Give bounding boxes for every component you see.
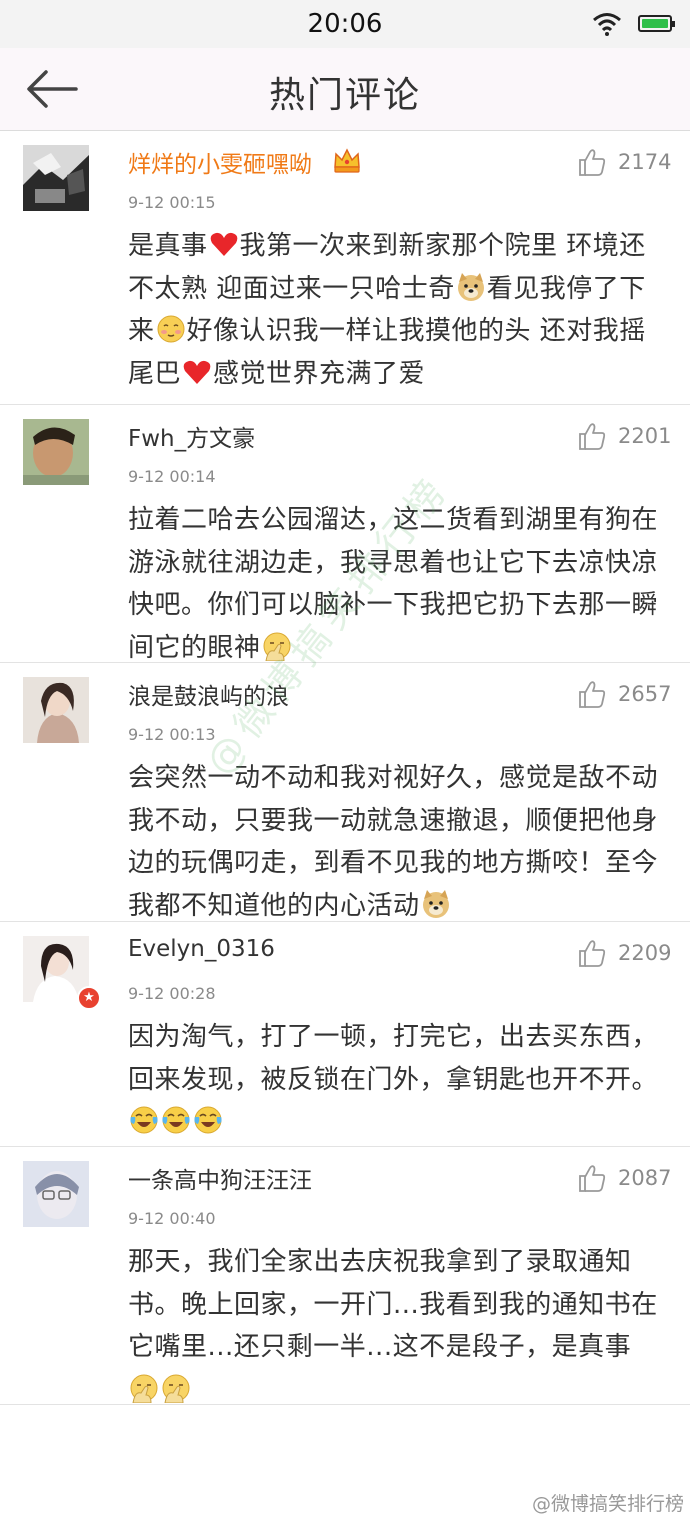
- avatar[interactable]: [23, 419, 89, 485]
- like-button[interactable]: 2201: [577, 421, 677, 455]
- comment-text-fragment: 那天，我们全家出去庆祝我拿到了录取通知书。晚上回家，一开门...我看到我的通知书…: [128, 1247, 658, 1362]
- facepalm-emoji: [129, 1373, 159, 1403]
- comment-item-4: Evelyn_0316 2209 9-12 00:28 因为淘气，打了一顿，打完…: [0, 922, 690, 1147]
- vip-crown-icon: [332, 145, 362, 175]
- comment-text-fragment: 感觉世界充满了爱: [213, 358, 426, 389]
- like-count: 2174: [618, 150, 672, 174]
- comment-text: 因为淘气，打了一顿，打完它，出去买东西，回来发现，被反锁在门外，拿钥匙也开不开。: [128, 1016, 663, 1144]
- username[interactable]: 一条高中狗汪汪汪: [128, 1161, 312, 1195]
- page-title: 热门评论: [268, 75, 421, 116]
- comment-text-fragment: 会突然一动不动和我对视好久，感觉是敌不动我不动，只要我一动就急速撤退，顺便把他身…: [128, 763, 659, 921]
- heart-emoji: [209, 229, 239, 259]
- comment-time: 9-12 00:28: [128, 984, 216, 1003]
- laugh-cry-emoji: [129, 1105, 159, 1135]
- like-count: 2657: [618, 682, 672, 706]
- comment-text: 那天，我们全家出去庆祝我拿到了录取通知书。晚上回家，一开门...我看到我的通知书…: [128, 1241, 663, 1411]
- avatar[interactable]: [23, 1161, 89, 1227]
- blush-emoji: [156, 314, 186, 344]
- like-count: 2209: [618, 941, 672, 965]
- battery-icon: [638, 15, 675, 32]
- comment-text: 是真事 我第一次来到新家那个院里 环境还不太熟 迎面过来一只哈士奇 看见我停了下来好…: [128, 225, 663, 395]
- comment-time: 9-12 00:40: [128, 1209, 216, 1228]
- avatar[interactable]: [23, 677, 89, 743]
- username[interactable]: Evelyn_0316: [128, 936, 275, 962]
- laugh-cry-emoji: [193, 1105, 223, 1135]
- comment-text: 会突然一动不动和我对视好久，感觉是敌不动我不动，只要我一动就急速撤退，顺便把他身…: [128, 757, 663, 927]
- status-bar: 20:06: [0, 0, 690, 48]
- facepalm-emoji: [161, 1373, 191, 1403]
- nav-bar: 热门评论: [0, 48, 690, 131]
- comment-text-fragment: 因为淘气，打了一顿，打完它，出去买东西，回来发现，被反锁在门外，拿钥匙也开不开。: [128, 1022, 659, 1095]
- comment-time: 9-12 00:14: [128, 467, 216, 486]
- like-button[interactable]: 2209: [577, 938, 677, 972]
- verified-badge-icon: ★: [77, 986, 101, 1010]
- avatar[interactable]: [23, 145, 89, 211]
- status-time: 20:06: [307, 9, 383, 39]
- comment-item-5: 一条高中狗汪汪汪 2087 9-12 00:40 那天，我们全家出去庆祝我拿到了…: [0, 1147, 690, 1405]
- laugh-cry-emoji: [161, 1105, 191, 1135]
- doge-emoji: [456, 272, 486, 302]
- comment-item-3: 浪是鼓浪屿的浪 2657 9-12 00:13 会突然一动不动和我对视好久，感觉…: [0, 663, 690, 922]
- username[interactable]: Fwh_方文豪: [128, 419, 255, 453]
- comment-text-fragment: 是真事: [128, 231, 208, 261]
- doge-emoji: [421, 889, 451, 919]
- like-button[interactable]: 2087: [577, 1163, 677, 1197]
- like-count: 2201: [618, 424, 672, 448]
- like-button[interactable]: 2174: [577, 147, 677, 181]
- watermark-corner: @微博搞笑排行榜: [531, 1493, 684, 1515]
- wifi-icon: [592, 12, 622, 36]
- like-button[interactable]: 2657: [577, 679, 677, 713]
- comment-time: 9-12 00:15: [128, 193, 216, 212]
- comment-item-1: 烊烊的小雯砸嘿呦 2174 9-12 00:15 是真事 我第一次来到新家那个院里…: [0, 131, 690, 405]
- username[interactable]: 烊烊的小雯砸嘿呦: [128, 145, 312, 179]
- heart-emoji: [182, 357, 212, 387]
- like-count: 2087: [618, 1166, 672, 1190]
